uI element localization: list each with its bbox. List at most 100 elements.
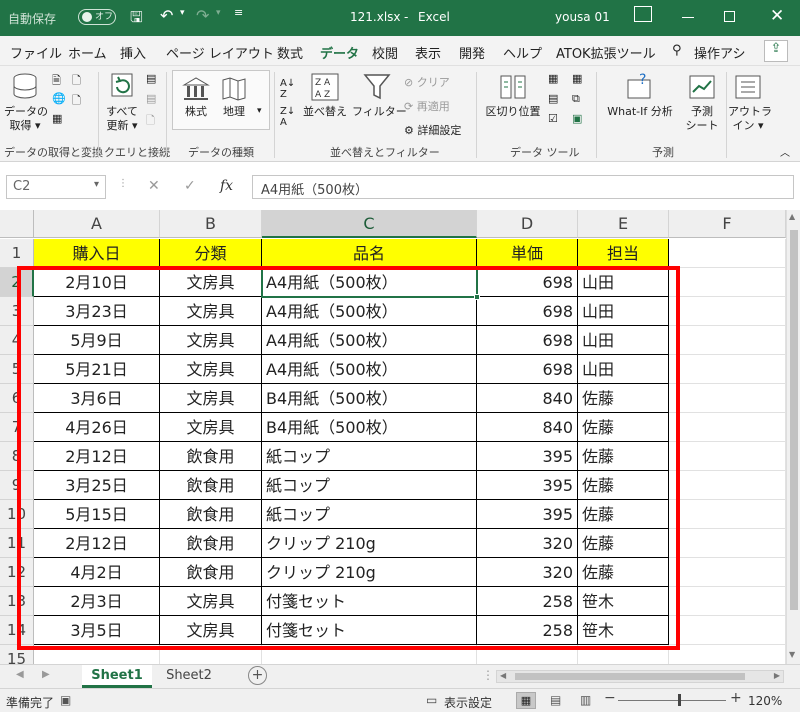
cancel-icon[interactable]: ✕ <box>148 178 160 194</box>
formula-input[interactable]: A4用紙（500枚） <box>252 175 794 199</box>
empty-cell[interactable] <box>669 442 786 471</box>
select-all-corner[interactable] <box>0 210 34 238</box>
table-cell[interactable]: クリップ 210g <box>262 529 477 558</box>
row-header-9[interactable]: 9 <box>0 471 34 500</box>
empty-cell[interactable] <box>669 413 786 442</box>
row-header-11[interactable]: 11 <box>0 529 34 558</box>
recent-sources-icon[interactable]: 🗋 <box>72 72 81 91</box>
empty-cell[interactable] <box>669 587 786 616</box>
save-icon[interactable]: 🖫 <box>130 7 143 32</box>
table-cell[interactable]: 佐藤 <box>578 442 669 471</box>
table-cell[interactable]: 文房具 <box>160 297 262 326</box>
table-cell[interactable]: 文房具 <box>160 587 262 616</box>
table-cell[interactable]: 付箋セット <box>262 616 477 645</box>
empty-cell[interactable] <box>669 326 786 355</box>
scroll-left-icon[interactable]: ◀ <box>500 671 506 680</box>
from-text-icon[interactable]: 🗎 <box>52 72 61 91</box>
tab-review[interactable]: 校閲 <box>372 43 398 62</box>
split-handle-icon[interactable]: ⋮ <box>482 668 494 682</box>
table-cell[interactable]: B4用紙（500枚） <box>262 384 477 413</box>
table-cell[interactable]: 飲食用 <box>160 558 262 587</box>
outline-button[interactable]: アウトラ イン ▾ <box>728 72 772 133</box>
table-cell[interactable]: 笹木 <box>578 587 669 616</box>
table-cell[interactable]: 飲食用 <box>160 529 262 558</box>
table-cell[interactable]: 3月23日 <box>34 297 160 326</box>
zoom-out-icon[interactable]: − <box>604 690 616 706</box>
table-cell[interactable]: 258 <box>477 616 578 645</box>
empty-cell[interactable] <box>669 355 786 384</box>
table-cell[interactable]: 紙コップ <box>262 471 477 500</box>
worksheet-grid[interactable]: A B C D E F 1 2 3 4 5 6 7 8 9 10 11 12 13 14 15 購入日 分類 品名 単価 担当 2月… <box>0 210 786 664</box>
row-header-2[interactable]: 2 <box>0 268 34 297</box>
enter-icon[interactable]: ✓ <box>184 178 196 194</box>
redo-dropdown-icon[interactable]: ▾ <box>216 8 221 18</box>
autosave-toggle[interactable]: オフ <box>78 9 116 25</box>
manage-data-model-icon[interactable]: ▣ <box>572 112 582 125</box>
table-cell[interactable]: 文房具 <box>160 326 262 355</box>
row-header-12[interactable]: 12 <box>0 558 34 587</box>
row-header-15[interactable]: 15 <box>0 645 34 664</box>
scroll-right-icon[interactable]: ▶ <box>774 671 780 680</box>
table-cell[interactable]: 5月15日 <box>34 500 160 529</box>
table-cell[interactable]: 佐藤 <box>578 471 669 500</box>
table-cell[interactable]: 698 <box>477 268 578 297</box>
empty-cell[interactable] <box>669 500 786 529</box>
vertical-scroll-thumb[interactable] <box>790 230 798 610</box>
consolidate-icon[interactable]: ▦ <box>572 72 582 85</box>
fill-handle[interactable] <box>474 294 480 300</box>
empty-cell[interactable] <box>669 239 786 268</box>
table-cell[interactable]: 2月3日 <box>34 587 160 616</box>
row-header-13[interactable]: 13 <box>0 587 34 616</box>
advanced-filter-button[interactable]: ⚙ 詳細設定 <box>404 122 461 138</box>
table-cell[interactable]: 3月25日 <box>34 471 160 500</box>
table-cell[interactable]: 698 <box>477 297 578 326</box>
table-cell[interactable]: 文房具 <box>160 413 262 442</box>
column-header-b[interactable]: B <box>160 210 262 238</box>
table-cell[interactable]: 2月12日 <box>34 442 160 471</box>
header-cell-c[interactable]: 品名 <box>262 239 477 268</box>
tab-view[interactable]: 表示 <box>415 43 441 62</box>
relationships-icon[interactable]: ⧉ <box>572 92 580 106</box>
table-cell[interactable]: 笹木 <box>578 616 669 645</box>
header-cell-e[interactable]: 担当 <box>578 239 669 268</box>
undo-icon[interactable]: ↶ <box>160 6 173 25</box>
tell-me-search[interactable]: 操作アシ <box>694 43 745 62</box>
row-header-3[interactable]: 3 <box>0 297 34 326</box>
from-web-icon[interactable]: 🌐 <box>52 92 66 105</box>
table-cell[interactable]: 飲食用 <box>160 471 262 500</box>
scroll-up-icon[interactable]: ▲ <box>789 212 795 221</box>
table-cell[interactable]: 3月6日 <box>34 384 160 413</box>
queries-connections-icon[interactable]: ▤ <box>146 72 156 85</box>
tab-atok[interactable]: ATOK拡張ツール <box>556 43 656 62</box>
table-cell[interactable]: A4用紙（500枚） <box>262 355 477 384</box>
table-cell[interactable]: 山田 <box>578 355 669 384</box>
empty-cell[interactable] <box>669 384 786 413</box>
tab-insert[interactable]: 挿入 <box>120 43 146 62</box>
table-cell[interactable]: 698 <box>477 326 578 355</box>
row-header-4[interactable]: 4 <box>0 326 34 355</box>
column-header-d[interactable]: D <box>477 210 578 238</box>
gallery-more-icon[interactable]: ▾ <box>257 106 262 116</box>
empty-cell[interactable] <box>578 645 669 664</box>
page-layout-view-icon[interactable]: ▤ <box>550 693 561 707</box>
table-cell[interactable]: 258 <box>477 587 578 616</box>
next-sheet-icon[interactable]: ▶ <box>42 669 50 680</box>
table-cell[interactable]: 山田 <box>578 326 669 355</box>
vertical-scrollbar[interactable]: ▲ ▼ <box>786 210 800 664</box>
table-cell[interactable]: 4月26日 <box>34 413 160 442</box>
table-cell[interactable]: 文房具 <box>160 355 262 384</box>
table-cell[interactable]: 飲食用 <box>160 442 262 471</box>
search-icon[interactable]: ⚲ <box>672 43 682 58</box>
table-cell[interactable]: A4用紙（500枚） <box>262 297 477 326</box>
header-cell-d[interactable]: 単価 <box>477 239 578 268</box>
column-header-f[interactable]: F <box>669 210 786 238</box>
column-header-c[interactable]: C <box>262 210 477 238</box>
close-icon[interactable]: ✕ <box>770 6 784 26</box>
zoom-slider[interactable] <box>618 700 726 701</box>
table-cell[interactable]: 文房具 <box>160 616 262 645</box>
horizontal-scrollbar[interactable]: ◀ ▶ <box>496 670 784 683</box>
refresh-all-button[interactable]: すべて 更新 ▾ <box>102 72 142 133</box>
from-table-icon[interactable]: ▦ <box>52 112 62 125</box>
empty-cell[interactable] <box>669 529 786 558</box>
table-cell[interactable]: 698 <box>477 355 578 384</box>
